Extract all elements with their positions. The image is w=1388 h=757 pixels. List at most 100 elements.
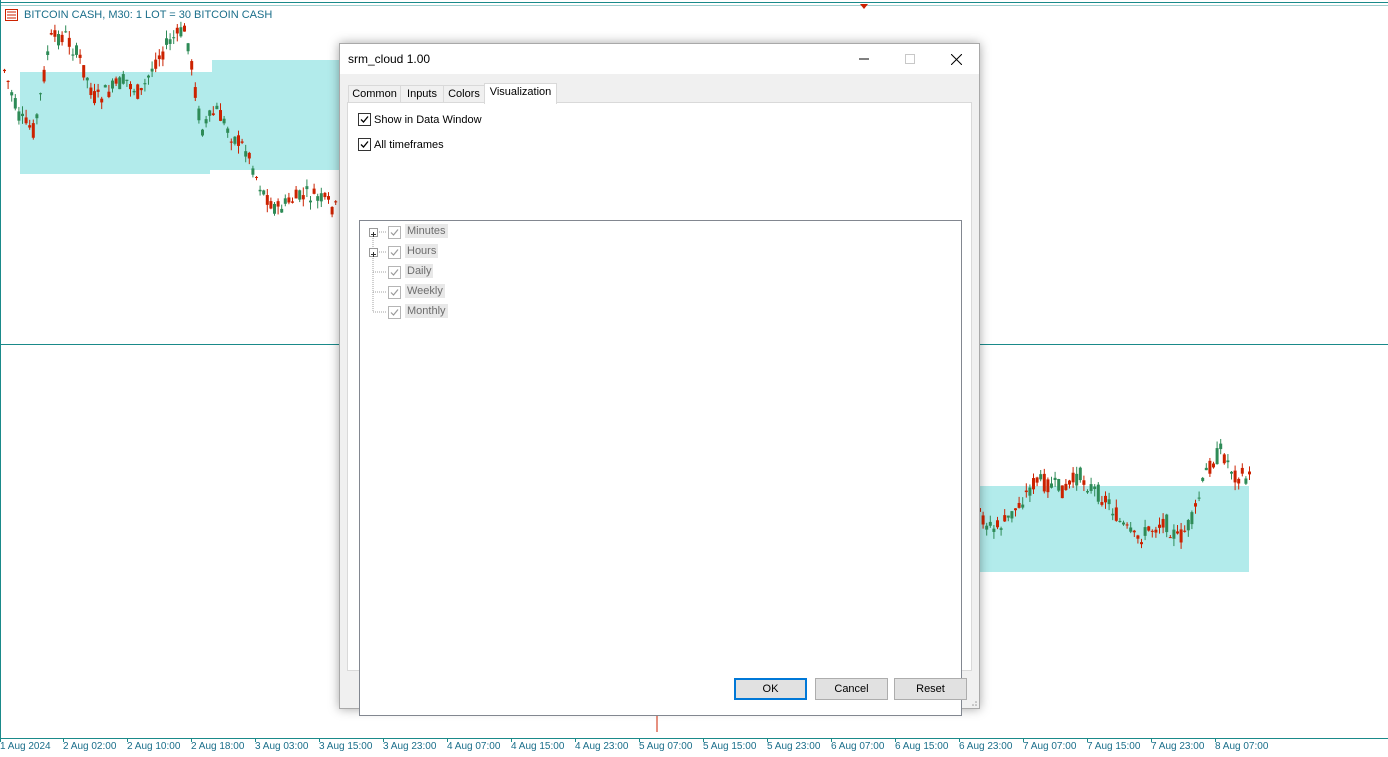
candle-body	[283, 198, 287, 204]
candle-body	[150, 68, 154, 72]
candle-body	[1183, 530, 1187, 532]
candle-body	[93, 91, 96, 104]
candle-body	[1222, 454, 1226, 464]
candle-body	[1190, 512, 1194, 525]
candle-body	[1244, 478, 1248, 484]
x-tick-label: 4 Aug 23:00	[575, 741, 629, 752]
candle-body	[100, 98, 104, 103]
candle-body	[125, 79, 129, 81]
candle-body	[161, 51, 165, 60]
candle-body	[1208, 460, 1212, 474]
candle-body	[1032, 478, 1035, 490]
candle-body	[1233, 470, 1237, 483]
candle-body	[1010, 511, 1014, 519]
candle-body	[204, 119, 208, 124]
checkmark-icon	[390, 309, 399, 316]
expand-plus-icon[interactable]	[369, 228, 378, 237]
candle-body	[1240, 467, 1244, 474]
indicator-properties-dialog: srm_cloud 1.00 Common Inputs Colors Visu…	[339, 43, 980, 716]
candle-body	[172, 37, 176, 39]
tab-common[interactable]: Common	[348, 85, 401, 103]
candle-body	[287, 197, 291, 203]
candle-body	[262, 190, 266, 195]
monthly-checkbox[interactable]	[388, 306, 401, 319]
candle-body	[1114, 507, 1118, 521]
x-tick-label: 5 Aug 07:00	[639, 741, 693, 752]
timeframes-tree[interactable]: Minutes Hours Daily Weekly Monthly	[359, 220, 962, 716]
candle-body	[211, 113, 215, 116]
weekly-checkbox[interactable]	[388, 286, 401, 299]
x-tick-label: 6 Aug 07:00	[831, 741, 885, 752]
resize-grip-icon[interactable]	[969, 698, 977, 706]
candle-body	[316, 196, 320, 201]
expand-plus-icon[interactable]	[369, 248, 378, 257]
candle-body	[226, 128, 230, 133]
x-tick-label: 3 Aug 23:00	[383, 741, 437, 752]
candle-body	[1039, 474, 1043, 480]
candle-body	[1046, 479, 1050, 493]
daily-checkbox[interactable]	[388, 266, 401, 279]
x-tick-label: 5 Aug 23:00	[767, 741, 821, 752]
all-timeframes-option[interactable]: All timeframes	[358, 138, 444, 151]
candle-body	[1064, 483, 1068, 490]
show-in-data-window-checkbox[interactable]	[358, 113, 371, 126]
candle-body	[154, 59, 158, 69]
all-timeframes-checkbox[interactable]	[358, 138, 371, 151]
checkmark-icon	[390, 289, 399, 296]
candle-body	[1060, 485, 1064, 499]
show-in-data-window-option[interactable]: Show in Data Window	[358, 113, 482, 126]
candle-body	[1136, 535, 1140, 539]
candle-body	[981, 515, 985, 525]
candle-body	[301, 195, 305, 200]
candle-body	[319, 193, 323, 202]
candle-body	[1068, 480, 1071, 485]
dialog-titlebar[interactable]: srm_cloud 1.00	[340, 44, 979, 74]
candle-body	[269, 201, 273, 209]
tab-colors[interactable]: Colors	[443, 85, 485, 103]
tab-inputs[interactable]: Inputs	[400, 85, 444, 103]
x-tick-label: 6 Aug 15:00	[895, 741, 949, 752]
candle-body	[147, 75, 150, 78]
checkmark-icon	[360, 141, 369, 148]
candle-body	[1176, 531, 1179, 534]
candle-body	[240, 141, 244, 143]
minimize-button[interactable]	[841, 44, 887, 74]
candle-body	[6, 80, 10, 83]
candle-body	[49, 32, 53, 35]
reset-button[interactable]: Reset	[894, 678, 967, 700]
candle-body	[1172, 529, 1176, 539]
x-tick-label: 7 Aug 23:00	[1151, 741, 1205, 752]
candle-body	[24, 117, 28, 124]
candle-body	[201, 129, 204, 136]
candle-body	[1237, 478, 1241, 484]
candle-body	[193, 87, 197, 98]
cancel-button[interactable]: Cancel	[815, 678, 888, 700]
marker-triangle-icon	[860, 4, 868, 9]
x-tick-label: 2 Aug 18:00	[191, 741, 245, 752]
x-tick-label: 1 Aug 2024	[0, 741, 51, 752]
candle-body	[1096, 484, 1100, 502]
x-tick-label: 6 Aug 23:00	[959, 741, 1013, 752]
candle-body	[60, 34, 64, 43]
candle-body	[121, 74, 125, 84]
candle-body	[1125, 524, 1129, 526]
candle-body	[197, 108, 201, 121]
candle-body	[219, 110, 222, 121]
checkmark-icon	[360, 116, 369, 123]
candle-body	[13, 98, 17, 109]
cloud-band	[20, 60, 340, 174]
candle-body	[312, 188, 316, 194]
candle-body	[1028, 487, 1032, 496]
candle-body	[114, 78, 118, 84]
candle-body	[1075, 473, 1079, 486]
candle-body	[996, 520, 999, 528]
tab-visualization[interactable]: Visualization	[484, 83, 557, 104]
minutes-checkbox[interactable]	[388, 226, 401, 239]
candle-body	[17, 111, 21, 121]
candle-body	[183, 25, 186, 32]
close-button[interactable]	[933, 44, 979, 74]
checkmark-icon	[390, 229, 399, 236]
ok-button[interactable]: OK	[734, 678, 807, 700]
hours-checkbox[interactable]	[388, 246, 401, 259]
candle-body	[1179, 529, 1183, 543]
